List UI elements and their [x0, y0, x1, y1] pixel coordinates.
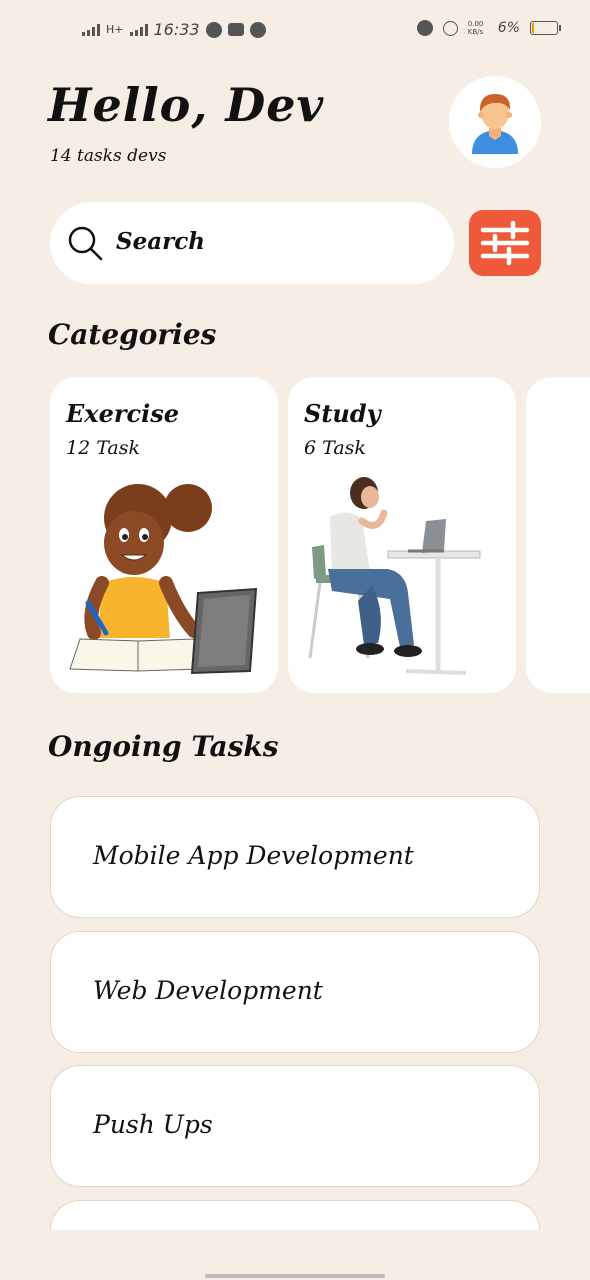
clock: 16:33	[153, 20, 200, 39]
battery-level: 6%	[497, 20, 520, 36]
category-title: Study	[304, 399, 381, 428]
status-bar: H+ 16:33 0.00 KB/s 6%	[0, 0, 590, 64]
category-card-study[interactable]: Study 6 Task	[288, 377, 516, 693]
network-type: H+	[106, 23, 124, 36]
signal-icon	[82, 23, 100, 36]
category-card-exercise[interactable]: Exercise 12 Task	[50, 377, 278, 693]
task-card[interactable]: Push Ups	[50, 1065, 540, 1187]
categories-heading: Categories	[48, 318, 217, 351]
task-label: Web Development	[93, 976, 323, 1005]
pinterest-icon	[249, 21, 266, 38]
category-card-next[interactable]	[526, 377, 590, 693]
snapchat-icon	[205, 21, 222, 38]
category-count: 6 Task	[304, 437, 366, 459]
youtube-icon	[227, 23, 244, 36]
task-summary: 14 tasks devs	[50, 146, 167, 166]
task-card[interactable]: Web Development	[50, 931, 540, 1053]
user-avatar-icon	[472, 94, 518, 154]
category-count: 12 Task	[66, 437, 141, 459]
greeting-title: Hello, Dev	[48, 78, 325, 132]
category-title: Exercise	[66, 399, 180, 428]
girl-studying-illustration	[69, 484, 258, 675]
woman-at-desk-illustration	[308, 477, 481, 675]
task-card[interactable]: Mobile App Development	[50, 796, 540, 918]
search-bar[interactable]: Search	[50, 202, 454, 284]
alarm-icon	[416, 20, 433, 36]
status-right: 0.00 KB/s 6%	[416, 20, 561, 36]
sliders-icon	[480, 220, 530, 266]
filter-button[interactable]	[469, 210, 541, 276]
user-avatar-button[interactable]	[449, 76, 541, 168]
status-left: H+ 16:33	[82, 20, 266, 39]
task-label: Mobile App Development	[93, 841, 414, 870]
categories-carousel[interactable]: Exercise 12 Task Study 6 Task	[50, 377, 590, 695]
search-icon	[68, 226, 103, 261]
mute-icon	[442, 20, 458, 36]
network-speed: 0.00 KB/s	[467, 20, 484, 36]
ongoing-heading: Ongoing Tasks	[48, 730, 279, 763]
task-label: Push Ups	[93, 1110, 213, 1139]
task-card-partial[interactable]	[50, 1200, 540, 1230]
signal-icon-2	[129, 23, 148, 36]
search-placeholder: Search	[116, 228, 205, 255]
home-indicator[interactable]	[205, 1274, 385, 1278]
battery-icon	[530, 21, 561, 35]
